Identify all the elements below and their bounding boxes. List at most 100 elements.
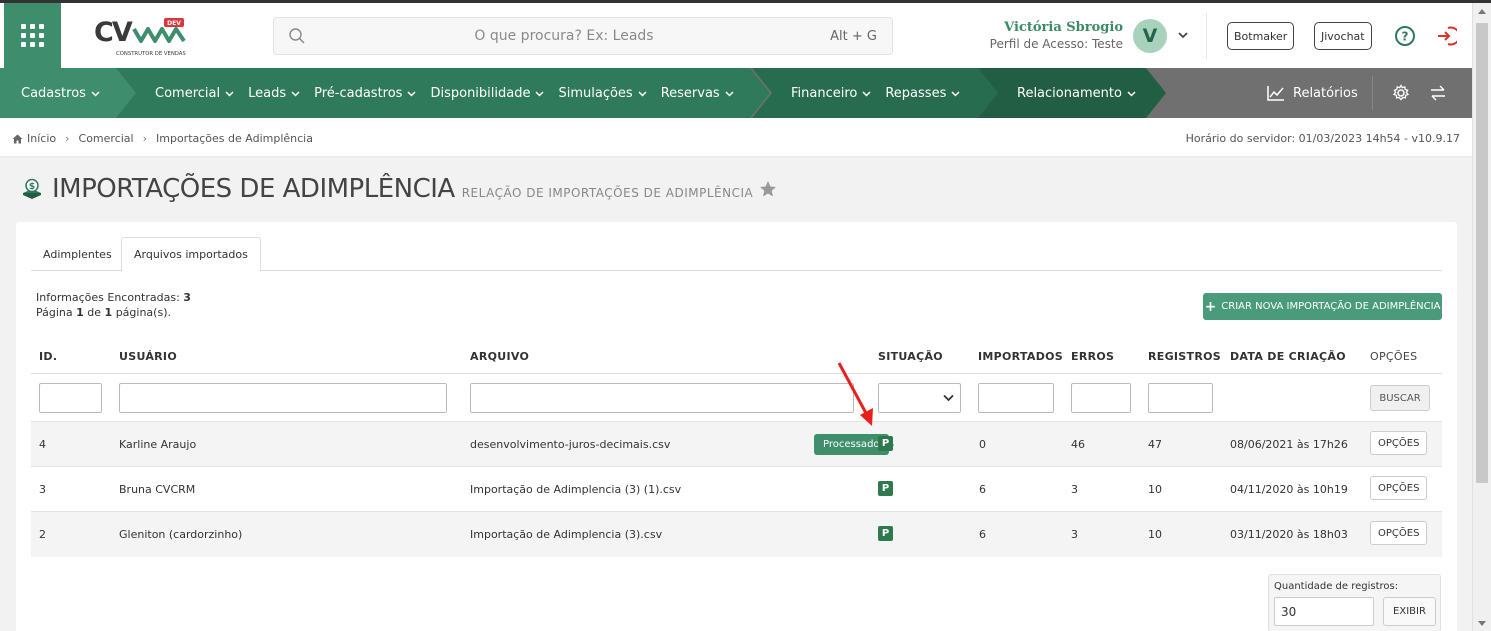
- nav-label: Disponibilidade: [430, 85, 531, 101]
- avatar[interactable]: V: [1133, 19, 1167, 53]
- search-shortcut: Alt + G: [830, 29, 877, 44]
- svg-text:$: $: [29, 182, 35, 192]
- star-icon[interactable]: [759, 180, 777, 198]
- nav-label: Reservas: [660, 85, 720, 101]
- found-label: Informações Encontradas:: [36, 291, 180, 304]
- logout-icon[interactable]: [1435, 25, 1457, 47]
- found-count: 3: [183, 291, 191, 304]
- jivochat-button[interactable]: Jivochat: [1314, 22, 1372, 50]
- filter-situacao-select[interactable]: [878, 383, 961, 413]
- breadcrumb-comercial[interactable]: Comercial: [79, 132, 134, 145]
- page-current: 1: [76, 306, 84, 319]
- nav-group-financeiro: Financeiro Repasses: [791, 68, 974, 118]
- cell-arquivo: desenvolvimento-juros-decimais.csv: [470, 438, 671, 451]
- cv-logo[interactable]: CV DEV CONSTRUTOR DE VENDAS: [94, 15, 194, 59]
- chevron-down-icon: [725, 90, 734, 97]
- header-divider: [1206, 13, 1207, 59]
- swap-icon[interactable]: [1430, 85, 1446, 101]
- chevron-down-icon: [943, 394, 954, 402]
- cell-importados: 6: [979, 483, 986, 496]
- page-subtitle: RELAÇÃO DE IMPORTAÇÕES DE ADIMPLÊNCIA: [461, 186, 754, 200]
- gear-icon[interactable]: [1392, 84, 1410, 102]
- records-per-page: Quantidade de registros: EXIBIR: [1268, 574, 1441, 631]
- chevron-down-icon: [951, 90, 960, 97]
- page-of: de: [87, 306, 102, 319]
- nav-group-cadastros: Cadastros: [21, 68, 114, 118]
- nav-group-comercial: Comercial Leads Pré-cadastros Disponibil…: [155, 68, 748, 118]
- search-input[interactable]: [314, 18, 814, 54]
- nav-label: Comercial: [155, 85, 221, 101]
- status-badge[interactable]: P: [878, 481, 893, 496]
- nav-reservas[interactable]: Reservas: [661, 86, 734, 101]
- user-profile: Perfil de Acesso: Teste: [989, 37, 1123, 51]
- plus-icon: +: [1204, 298, 1217, 315]
- breadcrumb-current: Importações de Adimplência: [156, 132, 313, 145]
- scroll-down-icon[interactable]: [1478, 621, 1486, 626]
- nav-disponibilidade[interactable]: Disponibilidade: [430, 85, 545, 101]
- cell-data-criacao: 03/11/2020 às 18h03: [1230, 528, 1348, 541]
- apps-menu-button[interactable]: [4, 3, 61, 68]
- breadcrumb-bar: Início › Comercial › Importações de Adim…: [0, 118, 1472, 156]
- row-options-button[interactable]: OPÇÕES: [1370, 521, 1428, 545]
- cell-data-criacao: 08/06/2021 às 17h26: [1230, 438, 1348, 451]
- nav-pre-cadastros[interactable]: Pré-cadastros: [314, 86, 416, 101]
- top-header: CV DEV CONSTRUTOR DE VENDAS Alt + G Vict…: [0, 3, 1472, 68]
- quantity-input[interactable]: [1274, 597, 1374, 626]
- content-panel: Adimplentes Arquivos importados Informaç…: [16, 222, 1457, 631]
- filter-usuario-input[interactable]: [119, 383, 447, 413]
- show-button[interactable]: EXIBIR: [1383, 597, 1436, 626]
- header-divider: [31, 373, 1442, 374]
- nav-financeiro[interactable]: Financeiro: [791, 86, 871, 101]
- col-header-opcoes: OPÇÕES: [1370, 350, 1418, 363]
- search-button[interactable]: BUSCAR: [1370, 385, 1430, 411]
- annotation-arrow-icon: [837, 362, 873, 426]
- filter-id-input[interactable]: [39, 383, 102, 413]
- nav-leads[interactable]: Leads: [248, 86, 300, 101]
- tab-adimplentes[interactable]: Adimplentes: [31, 237, 124, 271]
- main-nav: Cadastros Comercial Leads Pré-cadastros …: [0, 68, 1472, 118]
- cell-data-criacao: 04/11/2020 às 10h19: [1230, 483, 1348, 496]
- nav-repasses[interactable]: Repasses: [885, 86, 960, 101]
- col-header-registros: REGISTROS: [1148, 350, 1221, 363]
- cell-arquivo: Importação de Adimplencia (3) (1).csv: [470, 483, 682, 496]
- status-badge[interactable]: P: [878, 526, 893, 541]
- botmaker-button[interactable]: Botmaker: [1227, 22, 1295, 50]
- user-info[interactable]: Victória Sbrogio Perfil de Acesso: Teste: [990, 20, 1123, 51]
- scrollbar-thumb[interactable]: [1476, 23, 1488, 483]
- chevron-down-icon[interactable]: [1176, 28, 1190, 42]
- filter-erros-input[interactable]: [1071, 383, 1131, 413]
- breadcrumb-separator: ›: [142, 132, 147, 145]
- logo-text: CV: [94, 17, 133, 48]
- col-header-situacao: SITUAÇÃO: [878, 350, 943, 363]
- chevron-down-icon: [862, 90, 871, 97]
- status-badge[interactable]: P: [878, 436, 893, 451]
- col-header-usuario: USUÁRIO: [119, 350, 177, 363]
- svg-text:?: ?: [1402, 30, 1409, 44]
- scrollbar[interactable]: [1472, 3, 1491, 631]
- table-row: 2 Gleniton (cardorzinho) Importação de A…: [31, 512, 1442, 557]
- filter-arquivo-input[interactable]: [470, 383, 854, 413]
- filter-registros-input[interactable]: [1148, 383, 1213, 413]
- results-info: Informações Encontradas: 3 Página 1 de 1…: [36, 290, 191, 320]
- help-icon[interactable]: ?: [1394, 25, 1416, 47]
- new-import-button[interactable]: + CRIAR NOVA IMPORTAÇÃO DE ADIMPLÊNCIA: [1203, 293, 1442, 320]
- col-header-arquivo: ARQUIVO: [470, 350, 530, 363]
- cell-arquivo: Importação de Adimplencia (3).csv: [470, 528, 663, 541]
- cell-importados: 0: [979, 438, 986, 451]
- row-options-button[interactable]: OPÇÕES: [1370, 431, 1428, 455]
- filter-importados-input[interactable]: [978, 383, 1054, 413]
- nav-comercial[interactable]: Comercial: [155, 86, 234, 101]
- cell-erros: 3: [1071, 483, 1078, 496]
- nav-simulacoes[interactable]: Simulações: [558, 86, 647, 101]
- chevron-down-icon: [1127, 90, 1136, 97]
- money-icon: $: [23, 178, 41, 199]
- nav-relacionamento[interactable]: Relacionamento: [1017, 86, 1136, 101]
- nav-label: Financeiro: [791, 85, 858, 101]
- nav-cadastros[interactable]: Cadastros: [21, 86, 100, 101]
- tab-arquivos-importados[interactable]: Arquivos importados: [121, 237, 261, 272]
- row-options-button[interactable]: OPÇÕES: [1370, 476, 1428, 500]
- nav-reports[interactable]: Relatórios: [1267, 68, 1358, 118]
- nav-label: Repasses: [885, 85, 947, 101]
- breadcrumb-home[interactable]: Início: [27, 132, 56, 145]
- scroll-up-icon[interactable]: [1478, 9, 1486, 14]
